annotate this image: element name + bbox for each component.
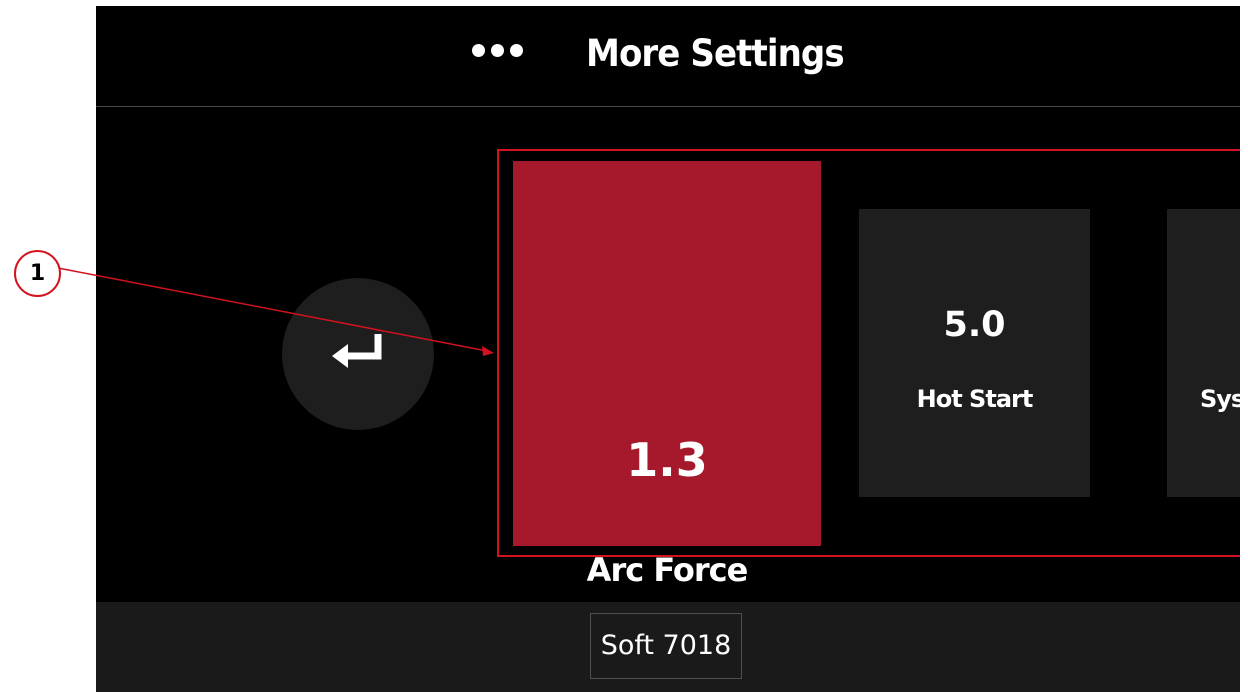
callout-highlight-box bbox=[497, 149, 1240, 557]
page-title: More Settings bbox=[586, 32, 845, 75]
page: More Settings 5.0 Hot Start Sys 1.3 Arc … bbox=[0, 0, 1248, 692]
device-screen: More Settings 5.0 Hot Start Sys 1.3 Arc … bbox=[96, 6, 1240, 692]
back-button[interactable] bbox=[282, 278, 434, 430]
callout-number: 1 bbox=[14, 250, 61, 297]
ellipsis-icon[interactable] bbox=[472, 44, 523, 57]
return-arrow-icon bbox=[332, 334, 382, 368]
profile-chip[interactable]: Soft 7018 bbox=[590, 613, 742, 679]
footer-bar: Soft 7018 bbox=[96, 602, 1240, 692]
header: More Settings bbox=[96, 6, 1240, 107]
